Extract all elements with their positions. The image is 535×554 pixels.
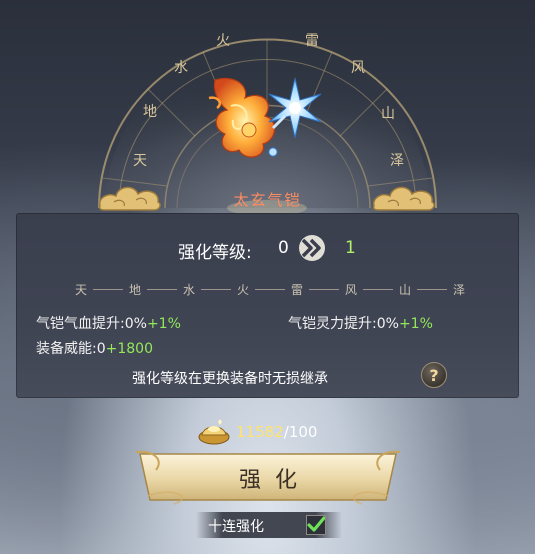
tier-char: 天 <box>75 282 88 297</box>
flame-phoenix-and-ice-star-relic-icon <box>208 77 322 158</box>
dial-char-lei: 雷 <box>305 33 319 49</box>
stat-equipment-power: 装备威能:0+1800 <box>36 338 153 358</box>
stat-hp-plus: +1% <box>146 316 181 332</box>
ten-times-checkbox[interactable] <box>306 515 326 535</box>
tier-separator <box>255 288 285 290</box>
inherit-note: 强化等级在更换装备时无损继承 <box>132 371 328 387</box>
tier-separator <box>363 288 393 290</box>
tier-char: 火 <box>237 282 250 297</box>
tier-separator <box>93 288 123 290</box>
cost-required: 100 <box>288 423 318 441</box>
double-chevron-right-icon <box>299 235 325 261</box>
ten-times-toggle-row: 十连强化 <box>196 512 342 538</box>
enhance-level-row: 强化等级: 0 1 <box>0 233 535 263</box>
stat-power-plus: +1800 <box>105 341 153 357</box>
enhance-level-label: 强化等级: <box>178 243 252 263</box>
current-level-value: 0 <box>278 238 289 258</box>
tier-char: 泽 <box>453 282 466 297</box>
stat-spirit-current: 0% <box>376 316 399 332</box>
dial-char-feng: 风 <box>351 60 365 76</box>
tier-progression-row: 天 地 水 火 雷 风 山 泽 <box>75 280 465 298</box>
stat-spirit-boost: 气铠灵力提升:0%+1% <box>288 313 433 333</box>
tier-char: 风 <box>345 282 358 297</box>
enhance-button-label: 强化 <box>238 468 311 493</box>
dial-char-huo: 火 <box>216 33 230 49</box>
tier-separator <box>147 288 177 290</box>
stat-hp-current: 0% <box>124 316 147 332</box>
tier-separator <box>201 288 231 290</box>
dial-char-tian: 天 <box>133 153 147 169</box>
gold-ingot-icon <box>198 419 230 445</box>
checkmark-icon <box>307 516 326 532</box>
stat-spirit-label: 气铠灵力提升: <box>288 316 377 332</box>
tier-char: 水 <box>183 282 196 297</box>
stat-power-label: 装备威能: <box>36 341 97 357</box>
dial-char-ze: 泽 <box>390 153 404 169</box>
cost-owned: 11582 <box>236 423 284 441</box>
tier-separator <box>309 288 339 290</box>
enhance-cost: 11582/100 <box>196 418 346 446</box>
tier-separator <box>417 288 447 290</box>
stat-hp-boost: 气铠气血提升:0%+1% <box>36 313 181 333</box>
stat-power-current: 0 <box>96 341 106 357</box>
stat-spirit-plus: +1% <box>398 316 433 332</box>
item-name: 太玄气铠 <box>233 191 302 209</box>
enhance-button[interactable]: 强化 <box>134 448 402 506</box>
tier-char: 山 <box>399 282 412 297</box>
cost-amount: 11582/100 <box>236 423 317 441</box>
dial-char-di: 地 <box>143 104 157 120</box>
dial-char-shan: 山 <box>381 106 395 122</box>
help-button[interactable]: ? <box>421 362 447 388</box>
tier-char: 雷 <box>291 282 304 297</box>
stat-hp-label: 气铠气血提升: <box>36 316 125 332</box>
ten-times-label: 十连强化 <box>208 519 264 535</box>
next-level-value: 1 <box>345 238 356 258</box>
tier-char: 地 <box>129 282 142 297</box>
dial-char-shui: 水 <box>174 60 188 76</box>
